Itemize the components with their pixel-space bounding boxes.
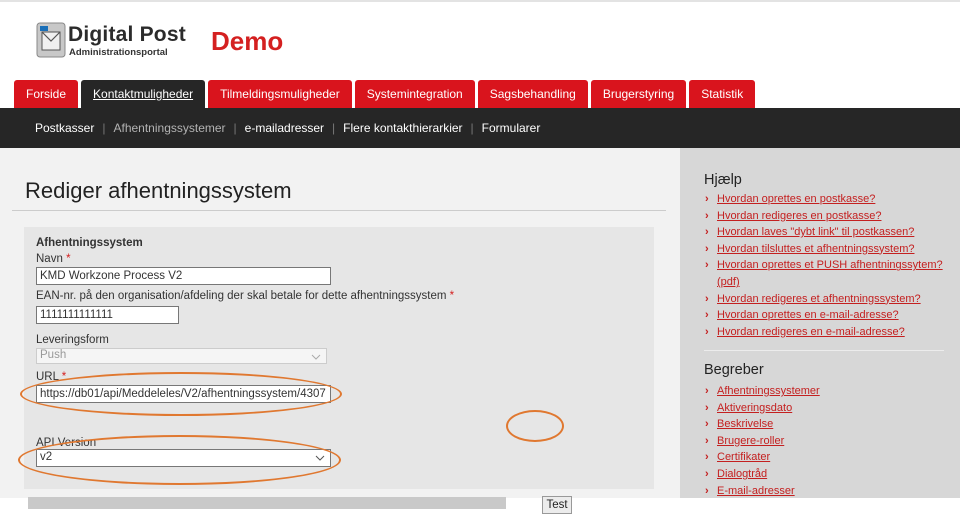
sub-navigation: Postkasser | Afhentningssystemer | e-mai… [0,108,960,148]
concept-link[interactable]: Brugere-roller [704,433,954,450]
help-heading: Hjælp [704,172,742,188]
subnav-separator: | [332,121,336,135]
subnav-separator: | [470,121,474,135]
tab-forside[interactable]: Forside [14,80,79,108]
concepts-links: Afhentningssystemer Aktiveringsdato Besk… [704,383,954,499]
tab-brugerstyring[interactable]: Brugerstyring [590,80,687,108]
delivery-label: Leveringsform [36,334,109,346]
api-version-label: API Version [36,437,97,449]
concept-link[interactable]: Certifikater [704,449,954,466]
subnav-postkasser[interactable]: Postkasser [35,121,94,135]
test-progress-bar [28,497,506,509]
subnav-separator: | [233,121,237,135]
logo[interactable]: Digital Post Administrationsportal [36,22,186,62]
concept-link[interactable]: Aktiveringsdato [704,400,954,417]
sidebar-divider [704,350,944,351]
site-header: Digital Post Administrationsportal Demo [0,2,960,80]
concept-link[interactable]: Dialogtråd [704,466,954,483]
help-links: Hvordan oprettes en postkasse? Hvordan r… [704,191,954,340]
api-version-value: v2 [40,451,53,463]
delivery-value: Push [40,349,67,361]
main-tabs: Forside Kontaktmuligheder Tilmeldingsmul… [14,80,758,108]
page-title: Rediger afhentningssystem [25,178,292,203]
help-link[interactable]: Hvordan tilsluttes et afhentningssystem? [704,241,954,258]
delivery-select: Push [36,348,327,364]
test-button[interactable]: Test [542,496,572,514]
section-title: Afhentningssystem [36,237,143,249]
help-link[interactable]: Hvordan redigeres en postkasse? [704,208,954,225]
ean-label: EAN-nr. på den organisation/afdeling der… [36,290,455,302]
url-label: URL * [36,371,67,383]
concept-link[interactable]: Afhentningssystemer [704,383,954,400]
help-link[interactable]: Hvordan laves "dybt link" til postkassen… [704,224,954,241]
concepts-heading: Begreber [704,362,764,378]
name-label: Navn * [36,253,71,265]
help-link[interactable]: Hvordan redigeres et afhentningssystem? [704,291,954,308]
subnav-e-mailadresser[interactable]: e-mailadresser [245,121,324,135]
subnav-afhentningssystemer[interactable]: Afhentningssystemer [113,121,225,135]
tab-kontaktmuligheder[interactable]: Kontaktmuligheder [81,80,206,108]
title-divider [12,210,666,211]
environment-label: Demo [211,26,284,56]
chevron-down-icon [311,354,321,360]
tab-tilmeldingsmuligheder[interactable]: Tilmeldingsmuligheder [208,80,352,108]
digital-post-logo-icon [36,22,66,58]
name-field[interactable] [36,267,331,285]
chevron-down-icon [315,455,325,461]
tab-statistik[interactable]: Statistik [689,80,756,108]
help-link[interactable]: Hvordan oprettes en postkasse? [704,191,954,208]
api-version-select[interactable]: v2 [36,449,331,467]
concept-link[interactable]: Beskrivelse [704,416,954,433]
edit-form: Afhentningssystem Navn * EAN-nr. på den … [24,227,654,514]
logo-subtitle: Administrationsportal [69,47,168,58]
ean-field[interactable] [36,306,179,324]
help-link[interactable]: Hvordan oprettes et PUSH afhentningssyte… [704,257,954,290]
tab-systemintegration[interactable]: Systemintegration [354,80,475,108]
help-link[interactable]: Hvordan oprettes en e-mail-adresse? [704,307,954,324]
subnav-flere-kontakthierarkier[interactable]: Flere kontakthierarkier [343,121,462,135]
subnav-separator: | [102,121,106,135]
concept-link[interactable]: E-mail-adresser [704,483,954,500]
sidebar: Hjælp Hvordan oprettes en postkasse? Hvo… [680,148,960,499]
url-field[interactable] [36,385,331,403]
tab-sagsbehandling[interactable]: Sagsbehandling [477,80,588,108]
subnav-formularer[interactable]: Formularer [482,121,541,135]
logo-title: Digital Post [68,23,186,46]
help-link[interactable]: Hvordan redigeres en e-mail-adresse? [704,324,954,341]
main-content: Rediger afhentningssystem Afhentningssys… [0,148,680,514]
